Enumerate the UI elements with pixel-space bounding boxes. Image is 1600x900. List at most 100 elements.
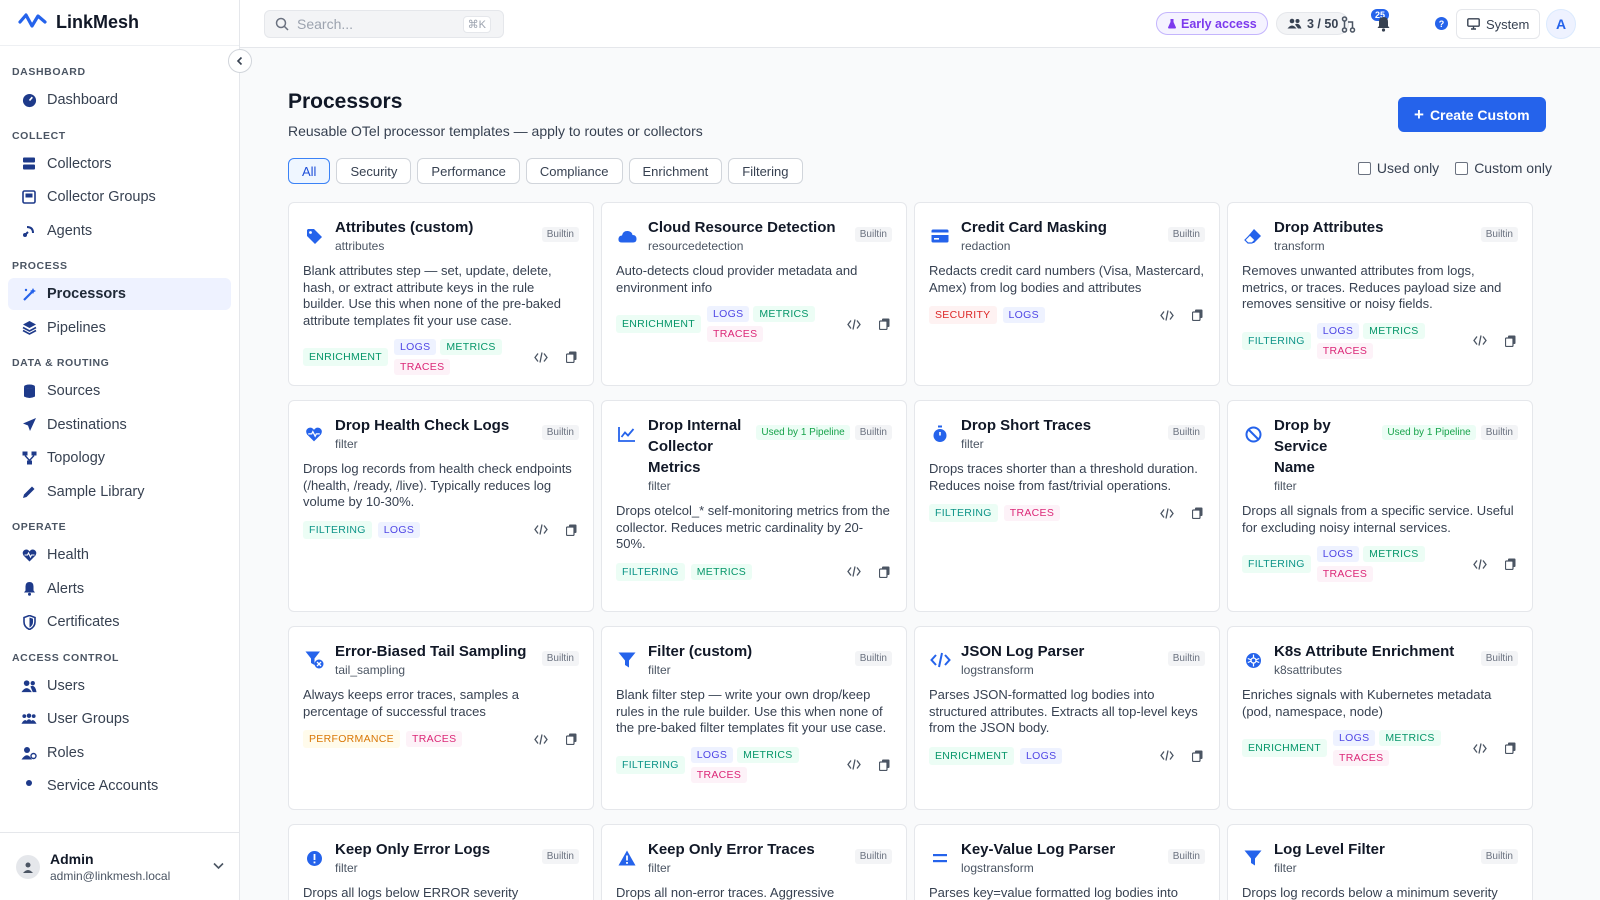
processor-card[interactable]: Credit Card Masking redaction Builtin Redac… [914, 202, 1220, 386]
sidebar-item-label: Users [47, 677, 85, 694]
early-access-badge[interactable]: Early access [1156, 12, 1268, 35]
copy-icon[interactable] [1189, 505, 1205, 521]
processor-card[interactable]: Keep Only Error Traces filter Builtin Drops… [601, 824, 907, 900]
sidebar-item-user-groups[interactable]: User Groups [8, 703, 231, 735]
brand[interactable]: LinkMesh [0, 0, 239, 46]
processor-card[interactable]: Drop Short Traces filter Builtin Drops trac… [914, 400, 1220, 612]
processor-card[interactable]: Drop Health Check Logs filter Builtin Drops… [288, 400, 594, 612]
theme-selector[interactable]: System [1456, 9, 1541, 39]
processor-card[interactable]: Error-Biased Tail Sampling tail_sampling B… [288, 626, 594, 810]
custom-only-box[interactable] [1455, 161, 1469, 175]
filter-enrichment[interactable]: Enrichment [628, 158, 723, 184]
card-title: Drop Internal Collector Metrics [648, 417, 742, 476]
code-view-icon[interactable] [1159, 307, 1175, 323]
code-view-icon[interactable] [846, 757, 862, 773]
copy-icon[interactable] [563, 731, 579, 747]
code-view-icon[interactable] [1472, 333, 1488, 349]
copy-icon[interactable] [876, 757, 892, 773]
card-footer: ENRICHMENT LOGS METRICS TRACES [1228, 720, 1532, 780]
sidebar-item-agents[interactable]: Agents [8, 215, 231, 247]
sidebar-item-label: Health [47, 547, 89, 563]
sidebar-item-roles[interactable]: Roles [8, 737, 231, 769]
sidebar-item-alerts[interactable]: Alerts [8, 573, 231, 605]
sidebar-item-dashboard[interactable]: Dashboard [8, 84, 231, 116]
processor-card[interactable]: JSON Log Parser logstransform Builtin Parse… [914, 626, 1220, 810]
filter-security[interactable]: Security [336, 158, 412, 184]
processor-card[interactable]: Key-Value Log Parser logstransform Builtin… [914, 824, 1220, 900]
processor-card[interactable]: Cloud Resource Detection resourcedetectio… [601, 202, 907, 386]
sidebar-item-service-accounts[interactable]: Service Accounts [8, 770, 231, 802]
filter-compliance[interactable]: Compliance [525, 158, 623, 184]
sidebar-item-sample-library[interactable]: Sample Library [8, 476, 231, 508]
processor-card[interactable]: Drop Internal Collector Metrics filter Use… [601, 400, 907, 612]
card-header: Keep Only Error Logs filter Builtin [289, 825, 593, 875]
send-icon [21, 417, 37, 433]
monitor-icon [1467, 18, 1480, 30]
code-view-icon[interactable] [846, 316, 862, 332]
sidebar-item-sources[interactable]: Sources [8, 375, 231, 407]
sidebar-item-collector-groups[interactable]: Collector Groups [8, 181, 231, 213]
copy-icon[interactable] [876, 564, 892, 580]
signal-tag: TRACES [1316, 566, 1374, 582]
processor-card[interactable]: Drop Attributes transform Builtin Removes u… [1227, 202, 1533, 386]
processor-card[interactable]: Attributes (custom) attributes Builtin Blan… [288, 202, 594, 386]
copy-icon[interactable] [1189, 307, 1205, 323]
filter-performance[interactable]: Performance [417, 158, 520, 184]
code-view-icon[interactable] [1159, 748, 1175, 764]
processor-card[interactable]: K8s Attribute Enrichment k8sattributes Bui… [1227, 626, 1533, 810]
code-view-icon[interactable] [533, 731, 549, 747]
signal-tags: TRACES [1003, 505, 1124, 521]
sidebar-item-collectors[interactable]: Collectors [8, 148, 231, 180]
sidebar-item-health[interactable]: Health [8, 539, 231, 571]
processor-card[interactable]: Drop by Service Name filter Used by 1 Pipe… [1227, 400, 1533, 612]
pull-request-icon[interactable] [1337, 13, 1359, 35]
signal-tag: METRICS [1363, 322, 1425, 339]
chevron-down-icon[interactable] [213, 859, 224, 873]
card-title-wrap: Filter (custom) filter [648, 641, 845, 677]
tag-icon [303, 225, 325, 247]
card-description: Drops log records below a minimum severi… [1242, 885, 1498, 900]
code-view-icon[interactable] [1159, 505, 1175, 521]
filter-all[interactable]: All [288, 158, 331, 184]
sidebar-item-pipelines[interactable]: Pipelines [8, 312, 231, 344]
processor-card[interactable]: Keep Only Error Logs filter Builtin Drops a… [288, 824, 594, 900]
user-menu[interactable]: Admin admin@linkmesh.local [0, 832, 239, 900]
collapse-sidebar-button[interactable] [228, 49, 252, 73]
used-only-box[interactable] [1357, 161, 1371, 175]
search-input[interactable]: Search... ⌘K [264, 10, 504, 38]
processor-card[interactable]: Filter (custom) filter Builtin Blank filter… [601, 626, 907, 810]
code-view-icon[interactable] [533, 522, 549, 538]
code-view-icon[interactable] [533, 349, 549, 365]
copy-icon[interactable] [563, 349, 579, 365]
custom-only-checkbox[interactable]: Custom only [1455, 160, 1552, 176]
bell-icon[interactable] [1372, 13, 1394, 35]
sidebar-item-users[interactable]: Users [8, 670, 231, 702]
copy-icon[interactable] [1502, 333, 1518, 349]
filter-filtering[interactable]: Filtering [728, 158, 803, 184]
copy-icon[interactable] [1502, 556, 1518, 572]
sidebar-item-certificates[interactable]: Certificates [8, 606, 231, 638]
copy-icon[interactable] [876, 316, 892, 332]
used-only-checkbox[interactable]: Used only [1357, 160, 1439, 176]
code-view-icon[interactable] [846, 564, 862, 580]
help-icon[interactable]: ? [1435, 17, 1448, 30]
create-custom-button[interactable]: + Create Custom [1398, 97, 1546, 132]
card-badges: Used by 1 Pipeline Builtin [756, 425, 892, 440]
copy-icon[interactable] [563, 522, 579, 538]
category-tag: ENRICHMENT [929, 746, 1014, 765]
card-title: K8s Attribute Enrichment [1274, 643, 1455, 660]
code-view-icon[interactable] [1472, 740, 1488, 756]
copy-icon[interactable] [1502, 740, 1518, 756]
card-description: Parses JSON-formatted log bodies into st… [929, 687, 1198, 735]
sidebar-item-label: Pipelines [47, 319, 106, 336]
processor-card[interactable]: Log Level Filter filter Builtin Drops log r… [1227, 824, 1533, 900]
sidebar-item-destinations[interactable]: Destinations [8, 409, 231, 441]
sidebar-item-processors[interactable]: Processors [8, 278, 231, 310]
sidebar-item-label: Agents [47, 222, 93, 239]
code-view-icon[interactable] [1472, 556, 1488, 572]
usage-badge: Used by 1 Pipeline [1382, 425, 1476, 440]
card-description: Drops all signals from a specific servic… [1242, 503, 1514, 535]
account-avatar[interactable]: A [1546, 9, 1576, 39]
sidebar-item-topology[interactable]: Topology [8, 442, 231, 474]
copy-icon[interactable] [1189, 748, 1205, 764]
